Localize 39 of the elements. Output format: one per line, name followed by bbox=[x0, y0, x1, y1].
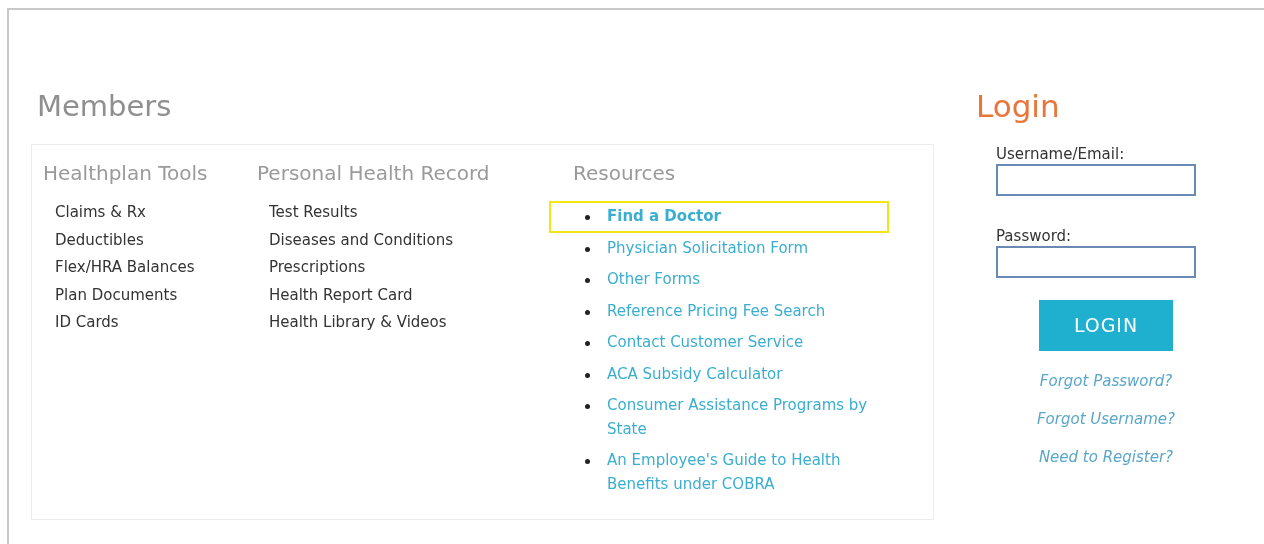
resource-link[interactable]: An Employee's Guide to Health Benefits under COBRA bbox=[607, 449, 883, 496]
bullet-icon bbox=[585, 459, 590, 464]
bullet-icon bbox=[585, 215, 590, 220]
bullet-icon bbox=[585, 404, 590, 409]
bullet-icon bbox=[585, 278, 590, 283]
bullet-icon bbox=[585, 341, 590, 346]
bullet-icon bbox=[585, 246, 590, 252]
help-link[interactable]: Forgot Password? bbox=[1039, 369, 1173, 393]
menu-link[interactable]: Claims & Rx bbox=[55, 199, 146, 227]
menu-link[interactable]: ID Cards bbox=[55, 309, 119, 337]
column-heading: Personal Health Record bbox=[257, 160, 490, 187]
section-title: Members bbox=[37, 88, 172, 124]
bullet-icon bbox=[585, 372, 590, 378]
resource-link[interactable]: Consumer Assistance Programs by State bbox=[607, 394, 883, 441]
column-heading: Healthplan Tools bbox=[43, 160, 208, 187]
text-field[interactable] bbox=[996, 164, 1196, 196]
resource-link[interactable]: Find a Doctor bbox=[607, 205, 721, 229]
menu-link[interactable]: Flex/HRA Balances bbox=[55, 254, 195, 282]
menu-link[interactable]: Health Library & Videos bbox=[269, 309, 447, 337]
resource-link[interactable]: Reference Pricing Fee Search bbox=[607, 299, 826, 323]
help-link[interactable]: Need to Register? bbox=[1038, 445, 1174, 469]
resource-link[interactable]: ACA Subsidy Calculator bbox=[607, 362, 783, 386]
field-label: Username/Email: bbox=[996, 144, 1125, 164]
menu-link[interactable]: Deductibles bbox=[55, 226, 144, 254]
field-label: Password: bbox=[996, 226, 1072, 246]
column-heading: Resources bbox=[573, 160, 676, 187]
bullet-icon bbox=[585, 309, 590, 315]
menu-link[interactable]: Health Report Card bbox=[269, 281, 413, 309]
menu-link[interactable]: Test Results bbox=[269, 199, 358, 227]
help-link[interactable]: Forgot Username? bbox=[1037, 407, 1175, 431]
text-field[interactable] bbox=[996, 246, 1196, 278]
menu-link[interactable]: Plan Documents bbox=[55, 281, 178, 309]
resource-link[interactable]: Contact Customer Service bbox=[607, 331, 804, 355]
resource-link[interactable]: Other Forms bbox=[607, 268, 700, 292]
menu-link[interactable]: Diseases and Conditions bbox=[269, 226, 453, 254]
resource-link[interactable]: Physician Solicitation Form bbox=[607, 236, 809, 260]
login-button[interactable]: LOGIN bbox=[1039, 300, 1173, 351]
menu-link[interactable]: Prescriptions bbox=[269, 254, 366, 282]
login-title: Login bbox=[976, 88, 1060, 124]
